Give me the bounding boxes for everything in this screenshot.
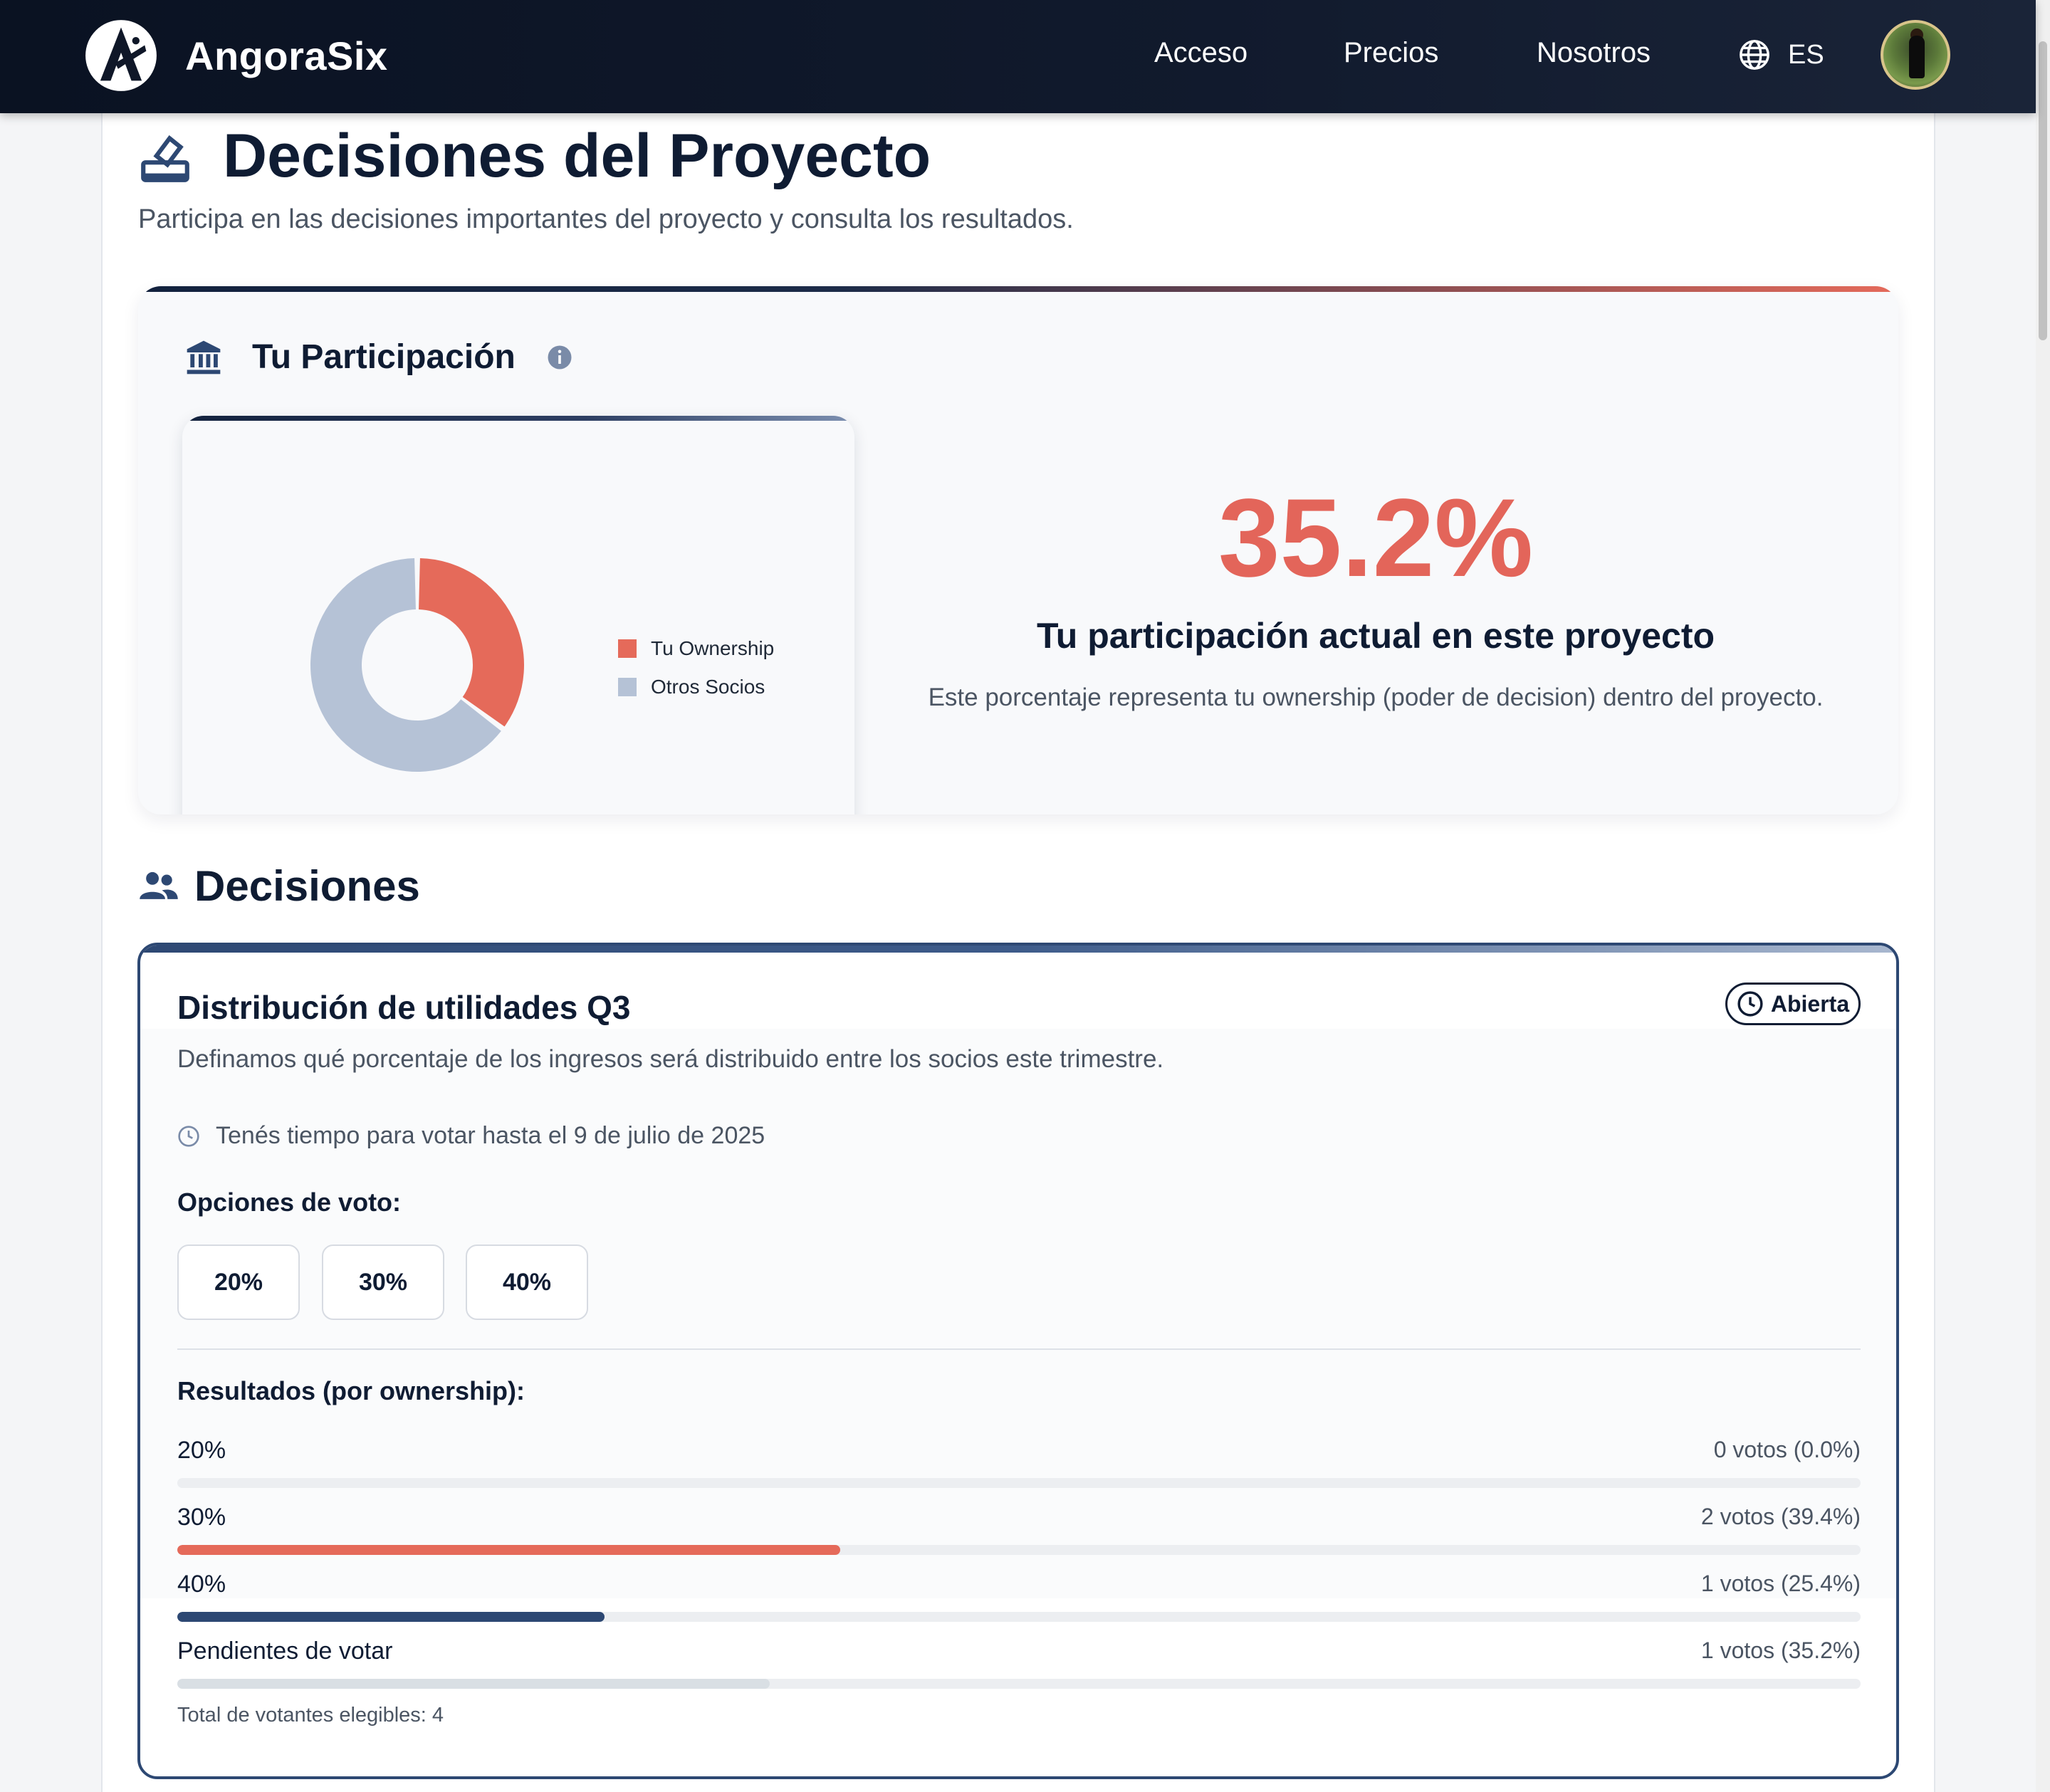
result-row: 30% 2 votos (39.4%)	[177, 1504, 1861, 1561]
result-option-name: 30%	[177, 1504, 226, 1531]
total-eligible-voters: Total de votantes elegibles: 4	[177, 1704, 444, 1726]
result-row: 20% 0 votos (0.0%)	[177, 1437, 1861, 1494]
info-icon[interactable]	[547, 345, 572, 370]
user-avatar[interactable]	[1881, 20, 1950, 90]
status-badge-label: Abierta	[1770, 990, 1850, 1017]
clock-icon	[1737, 991, 1763, 1017]
result-vote-count: 1 votos (35.2%)	[1700, 1638, 1861, 1663]
result-progress-track	[177, 1478, 1861, 1488]
result-option-name: 20%	[177, 1437, 226, 1464]
ownership-chart-box: Tu Ownership Otros Socios	[182, 416, 854, 814]
group-icon	[140, 871, 178, 899]
angorasix-logo-icon	[85, 20, 157, 91]
vote-deadline: Tenés tiempo para votar hasta el 9 de ju…	[177, 1122, 765, 1150]
chart-legend: Tu Ownership Otros Socios	[618, 629, 774, 706]
legend-label-otros-socios: Otros Socios	[651, 676, 765, 698]
vote-option-30-button[interactable]: 30%	[322, 1245, 444, 1320]
legend-swatch-otros-socios	[618, 678, 637, 696]
globe-icon	[1740, 40, 1769, 70]
page-title: Decisiones del Proyecto	[223, 122, 931, 190]
legend-label-tu-ownership: Tu Ownership	[651, 637, 775, 659]
brand-name: AngoraSix	[185, 33, 388, 78]
divider	[177, 1348, 1861, 1350]
ownership-label: Tu participación actual en este proyecto	[1036, 616, 1715, 656]
legend-swatch-tu-ownership	[618, 639, 637, 658]
clock-icon	[178, 1125, 199, 1147]
participation-card: Tu Participación Tu Ownership Otros Soci…	[138, 286, 1898, 814]
result-vote-count: 1 votos (25.4%)	[1700, 1571, 1861, 1596]
vote-ballot-icon	[141, 135, 189, 182]
donut-slice-tu-ownership[interactable]	[419, 558, 524, 727]
result-vote-count: 0 votos (0.0%)	[1713, 1437, 1861, 1462]
result-option-name: Pendientes de votar	[177, 1638, 393, 1665]
ownership-description: Este porcentaje representa tu ownership …	[928, 683, 1824, 711]
ownership-donut-chart	[310, 558, 524, 772]
result-row: 40% 1 votos (25.4%)	[177, 1571, 1861, 1628]
result-progress-fill	[177, 1612, 605, 1622]
result-vote-count: 2 votos (39.4%)	[1700, 1504, 1861, 1529]
result-progress-track	[177, 1612, 1861, 1622]
chart-accent-bar	[182, 416, 854, 421]
result-row: Pendientes de votar 1 votos (35.2%)	[177, 1638, 1861, 1694]
result-progress-track	[177, 1545, 1861, 1555]
result-progress-track	[177, 1679, 1861, 1689]
result-progress-fill	[177, 1545, 841, 1555]
language-selector[interactable]: ES	[1738, 38, 1824, 71]
vote-deadline-text: Tenés tiempo para votar hasta el 9 de ju…	[216, 1122, 765, 1149]
nav-link-precios[interactable]: Precios	[1344, 37, 1438, 69]
language-code: ES	[1788, 39, 1824, 70]
vote-option-20-button[interactable]: 20%	[177, 1245, 300, 1320]
vote-option-40-button[interactable]: 40%	[466, 1245, 588, 1320]
legend-item-otros-socios[interactable]: Otros Socios	[618, 668, 774, 706]
scrollbar-thumb[interactable]	[2039, 41, 2047, 340]
vote-options-label: Opciones de voto:	[177, 1188, 402, 1217]
page-subtitle: Participa en las decisiones importantes …	[138, 204, 1074, 234]
result-progress-fill	[177, 1679, 770, 1689]
decisions-section-title: Decisiones	[194, 862, 420, 910]
ownership-percentage: 35.2%	[1218, 476, 1534, 600]
result-option-name: 40%	[177, 1571, 226, 1598]
legend-item-tu-ownership[interactable]: Tu Ownership	[618, 629, 774, 668]
top-navbar: AngoraSix Acceso Precios Nosotros ES	[0, 0, 2036, 113]
card-accent-bar	[138, 286, 1898, 292]
decision-card-accent-bar	[140, 945, 1896, 953]
brand[interactable]: AngoraSix	[84, 19, 388, 93]
decision-description: Definamos qué porcentaje de los ingresos…	[177, 1045, 1164, 1073]
decision-card: Distribución de utilidades Q3 Abierta De…	[137, 943, 1899, 1779]
results-label: Resultados (por ownership):	[177, 1376, 525, 1405]
status-badge: Abierta	[1725, 983, 1861, 1025]
bank-icon	[187, 340, 221, 374]
nav-link-nosotros[interactable]: Nosotros	[1537, 37, 1651, 69]
decision-title: Distribución de utilidades Q3	[177, 989, 631, 1026]
nav-link-acceso[interactable]: Acceso	[1154, 37, 1248, 69]
participation-title: Tu Participación	[252, 338, 516, 376]
